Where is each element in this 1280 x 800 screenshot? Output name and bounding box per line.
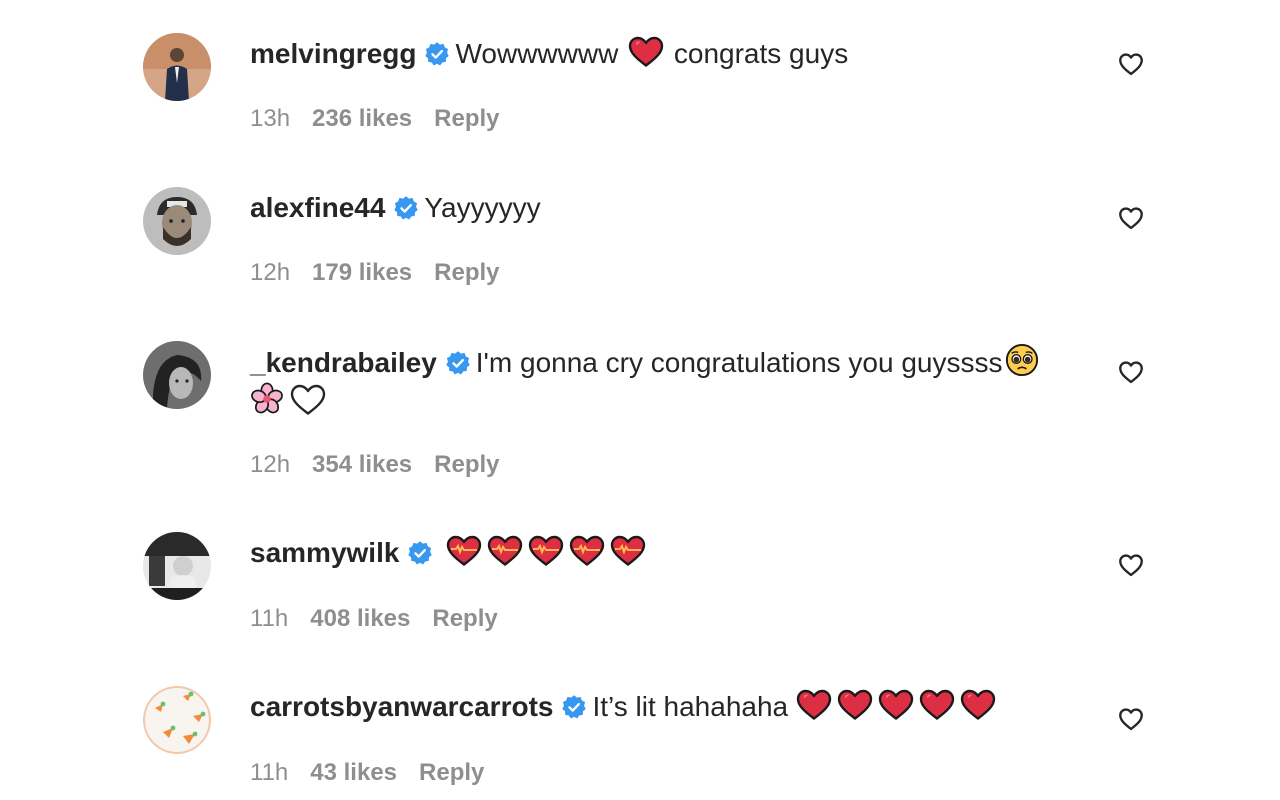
comment-meta: 11h 408 likes Reply bbox=[250, 604, 520, 634]
comment-likes[interactable]: 179 likes bbox=[312, 259, 412, 286]
avatar[interactable] bbox=[143, 33, 211, 101]
verified-badge-icon bbox=[407, 540, 433, 566]
red-heart-icon bbox=[919, 689, 955, 721]
red-heart-icon bbox=[628, 36, 664, 68]
reply-button[interactable]: Reply bbox=[432, 605, 497, 632]
comment-username[interactable]: alexfine44 bbox=[250, 192, 385, 223]
heart-on-fire-icon bbox=[528, 535, 564, 567]
comment-username[interactable]: carrotsbyanwarcarrots bbox=[250, 691, 553, 722]
comment-likes[interactable]: 408 likes bbox=[310, 605, 410, 632]
red-heart-icon bbox=[837, 689, 873, 721]
avatar[interactable] bbox=[143, 532, 211, 600]
like-heart-icon[interactable] bbox=[1117, 358, 1145, 386]
comment-body: Yayyyyyy bbox=[424, 192, 541, 223]
comment-body: Wowwwwww bbox=[455, 38, 619, 69]
verified-badge-icon bbox=[445, 350, 471, 376]
heart-on-fire-icon bbox=[487, 535, 523, 567]
reply-button[interactable]: Reply bbox=[434, 259, 499, 286]
comment-text: _kendrabailey I'm gonna cry congratulatio… bbox=[250, 343, 1080, 382]
comment-time[interactable]: 13h bbox=[250, 105, 290, 132]
comment-time[interactable]: 12h bbox=[250, 451, 290, 478]
red-heart-icon bbox=[878, 689, 914, 721]
heart-on-fire-icon bbox=[610, 535, 646, 567]
comment-meta: 12h 179 likes Reply bbox=[250, 258, 522, 288]
comment-likes[interactable]: 43 likes bbox=[310, 759, 397, 786]
red-heart-icon bbox=[960, 689, 996, 721]
comment-text: melvingregg Wowwwwww congrats guys bbox=[250, 35, 1080, 73]
comment-body-continued: congrats guys bbox=[673, 38, 849, 69]
verified-badge-icon bbox=[393, 195, 419, 221]
comment-username[interactable]: sammywilk bbox=[250, 537, 399, 568]
comment-likes[interactable]: 354 likes bbox=[312, 451, 412, 478]
comment-time[interactable]: 12h bbox=[250, 259, 290, 286]
comment-username[interactable]: _kendrabailey bbox=[250, 347, 437, 378]
comment-meta: 13h 236 likes Reply bbox=[250, 104, 522, 134]
comment-text: carrotsbyanwarcarrots It’s lit hahahaha bbox=[250, 688, 1080, 726]
reply-button[interactable]: Reply bbox=[434, 451, 499, 478]
reply-button[interactable]: Reply bbox=[419, 759, 484, 786]
reply-button[interactable]: Reply bbox=[434, 105, 499, 132]
verified-badge-icon bbox=[561, 694, 587, 720]
white-heart-icon bbox=[290, 384, 326, 416]
heart-on-fire-icon bbox=[569, 535, 605, 567]
like-heart-icon[interactable] bbox=[1117, 50, 1145, 78]
comment-meta: 12h 354 likes Reply bbox=[250, 450, 522, 480]
like-heart-icon[interactable] bbox=[1117, 204, 1145, 232]
comment-time[interactable]: 11h bbox=[250, 759, 288, 786]
comment-username[interactable]: melvingregg bbox=[250, 38, 416, 69]
cherry-blossom-icon bbox=[250, 382, 284, 416]
comment-text: sammywilk bbox=[250, 534, 1080, 572]
comment-body: I'm gonna cry congratulations you guysss… bbox=[475, 347, 1003, 378]
like-heart-icon[interactable] bbox=[1117, 705, 1145, 733]
heart-on-fire-icon bbox=[446, 535, 482, 567]
comment-text-line2 bbox=[250, 382, 328, 416]
avatar[interactable] bbox=[143, 187, 211, 255]
comment-body: It’s lit hahahaha bbox=[592, 691, 789, 722]
pleading-face-icon bbox=[1005, 343, 1039, 377]
comment-time[interactable]: 11h bbox=[250, 605, 288, 632]
comment-meta: 11h 43 likes Reply bbox=[250, 758, 506, 788]
comment-likes[interactable]: 236 likes bbox=[312, 105, 412, 132]
red-heart-icon bbox=[796, 689, 832, 721]
avatar[interactable] bbox=[143, 686, 211, 754]
verified-badge-icon bbox=[424, 41, 450, 67]
avatar[interactable] bbox=[143, 341, 211, 409]
comment-text: alexfine44 Yayyyyyy bbox=[250, 189, 1080, 227]
like-heart-icon[interactable] bbox=[1117, 551, 1145, 579]
